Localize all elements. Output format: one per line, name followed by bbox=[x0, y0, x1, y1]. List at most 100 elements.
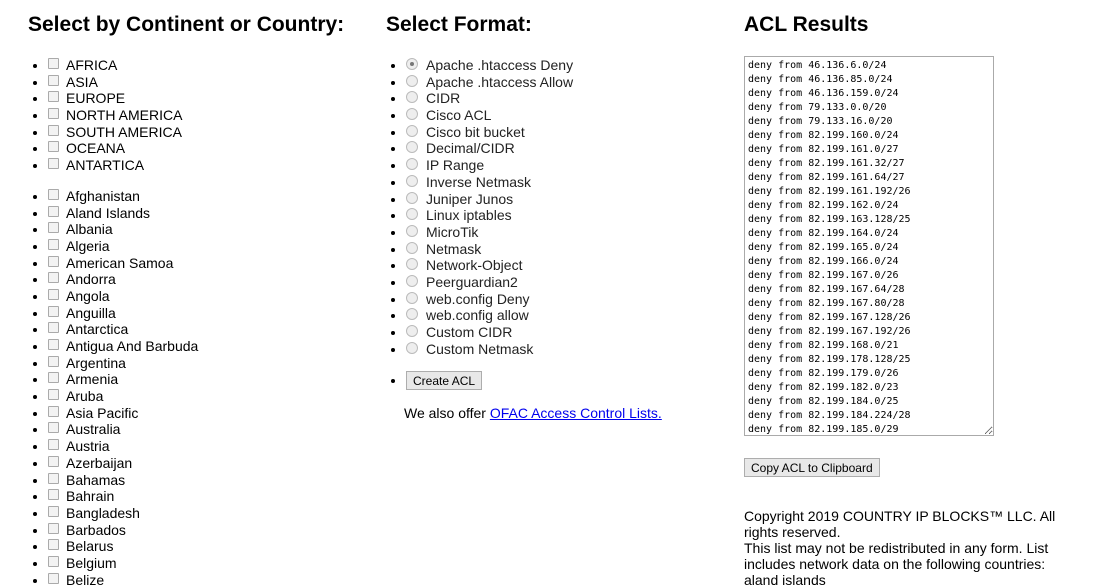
country-option[interactable]: Bangladesh bbox=[48, 505, 344, 522]
country-option[interactable]: EUROPE bbox=[48, 90, 344, 107]
radio-button[interactable] bbox=[406, 241, 418, 254]
checkbox[interactable] bbox=[48, 91, 59, 103]
checkbox[interactable] bbox=[48, 305, 59, 317]
format-option[interactable]: Cisco bit bucket bbox=[406, 124, 662, 141]
checkbox[interactable] bbox=[48, 539, 59, 551]
acl-results-textarea[interactable]: deny from 46.136.6.0/24 deny from 46.136… bbox=[744, 56, 994, 436]
country-option[interactable]: ASIA bbox=[48, 74, 344, 91]
country-option[interactable]: Armenia bbox=[48, 371, 344, 388]
radio-button[interactable] bbox=[406, 208, 418, 221]
format-option[interactable]: Network-Object bbox=[406, 257, 662, 274]
country-option[interactable]: Argentina bbox=[48, 355, 344, 372]
radio-button[interactable] bbox=[406, 124, 418, 137]
radio-button[interactable] bbox=[406, 308, 418, 321]
checkbox[interactable] bbox=[48, 339, 59, 350]
country-option[interactable]: Azerbaijan bbox=[48, 455, 344, 472]
country-option[interactable]: Albania bbox=[48, 221, 344, 238]
checkbox[interactable] bbox=[48, 205, 59, 217]
format-option[interactable]: Inverse Netmask bbox=[406, 174, 662, 191]
country-option[interactable]: Antigua And Barbuda bbox=[48, 338, 344, 355]
checkbox[interactable] bbox=[48, 108, 59, 120]
checkbox[interactable] bbox=[48, 522, 59, 534]
checkbox[interactable] bbox=[48, 322, 59, 334]
checkbox[interactable] bbox=[48, 489, 59, 501]
format-option[interactable]: Netmask bbox=[406, 241, 662, 258]
checkbox[interactable] bbox=[48, 272, 59, 284]
country-option[interactable]: Austria bbox=[48, 438, 344, 455]
ofac-link[interactable]: OFAC Access Control Lists. bbox=[490, 405, 662, 421]
radio-button[interactable] bbox=[406, 58, 418, 70]
radio-button[interactable] bbox=[406, 91, 418, 104]
checkbox[interactable] bbox=[48, 472, 59, 484]
country-option[interactable]: Anguilla bbox=[48, 305, 344, 322]
country-option[interactable]: SOUTH AMERICA bbox=[48, 124, 344, 141]
format-option[interactable]: IP Range bbox=[406, 157, 662, 174]
checkbox[interactable] bbox=[48, 141, 59, 153]
format-option[interactable]: Juniper Junos bbox=[406, 191, 662, 208]
checkbox[interactable] bbox=[48, 188, 59, 200]
checkbox[interactable] bbox=[48, 439, 59, 451]
country-option[interactable]: Belarus bbox=[48, 538, 344, 555]
checkbox[interactable] bbox=[48, 572, 59, 584]
checkbox[interactable] bbox=[48, 74, 59, 86]
format-option[interactable]: Apache .htaccess Deny bbox=[406, 57, 662, 74]
radio-button[interactable] bbox=[406, 141, 418, 154]
country-option[interactable]: Angola bbox=[48, 288, 344, 305]
format-option[interactable]: Peerguardian2 bbox=[406, 274, 662, 291]
checkbox[interactable] bbox=[48, 124, 59, 136]
format-option[interactable]: Custom Netmask bbox=[406, 341, 662, 358]
radio-button[interactable] bbox=[406, 274, 418, 287]
country-option[interactable]: Belgium bbox=[48, 555, 344, 572]
checkbox[interactable] bbox=[48, 255, 59, 267]
country-option[interactable]: American Samoa bbox=[48, 255, 344, 272]
format-option[interactable]: Cisco ACL bbox=[406, 107, 662, 124]
checkbox[interactable] bbox=[48, 355, 59, 367]
country-option[interactable]: Algeria bbox=[48, 238, 344, 255]
format-option[interactable]: CIDR bbox=[406, 90, 662, 107]
format-option[interactable]: Linux iptables bbox=[406, 207, 662, 224]
checkbox[interactable] bbox=[48, 158, 59, 170]
country-option[interactable]: Australia bbox=[48, 421, 344, 438]
country-option[interactable]: AFRICA bbox=[48, 57, 344, 74]
country-option[interactable]: Antarctica bbox=[48, 321, 344, 338]
radio-button[interactable] bbox=[406, 74, 418, 87]
country-option[interactable]: Bahrain bbox=[48, 488, 344, 505]
radio-button[interactable] bbox=[406, 325, 418, 337]
country-option[interactable]: Afghanistan bbox=[48, 188, 344, 205]
checkbox[interactable] bbox=[48, 58, 59, 69]
radio-button[interactable] bbox=[406, 158, 418, 171]
format-option[interactable]: Decimal/CIDR bbox=[406, 140, 662, 157]
checkbox[interactable] bbox=[48, 405, 59, 417]
radio-button[interactable] bbox=[406, 174, 418, 187]
copy-acl-button[interactable]: Copy ACL to Clipboard bbox=[744, 458, 880, 477]
format-option[interactable]: web.config Deny bbox=[406, 291, 662, 308]
country-option[interactable]: ANTARTICA bbox=[48, 157, 344, 174]
country-option[interactable]: Aland Islands bbox=[48, 205, 344, 222]
country-option[interactable]: Andorra bbox=[48, 271, 344, 288]
format-option[interactable]: web.config allow bbox=[406, 307, 662, 324]
checkbox[interactable] bbox=[48, 422, 59, 434]
checkbox[interactable] bbox=[48, 555, 59, 567]
radio-button[interactable] bbox=[406, 291, 418, 304]
checkbox[interactable] bbox=[48, 238, 59, 250]
country-option[interactable]: NORTH AMERICA bbox=[48, 107, 344, 124]
radio-button[interactable] bbox=[406, 341, 418, 354]
format-option[interactable]: Apache .htaccess Allow bbox=[406, 74, 662, 91]
checkbox[interactable] bbox=[48, 288, 59, 300]
country-option[interactable]: Belize bbox=[48, 572, 344, 588]
format-option[interactable]: Custom CIDR bbox=[406, 324, 662, 341]
format-option[interactable]: MicroTik bbox=[406, 224, 662, 241]
radio-button[interactable] bbox=[406, 224, 418, 237]
radio-button[interactable] bbox=[406, 191, 418, 204]
radio-button[interactable] bbox=[406, 108, 418, 121]
checkbox[interactable] bbox=[48, 455, 59, 467]
checkbox[interactable] bbox=[48, 372, 59, 384]
country-option[interactable]: OCEANA bbox=[48, 140, 344, 157]
country-option[interactable]: Asia Pacific bbox=[48, 405, 344, 422]
country-option[interactable]: Aruba bbox=[48, 388, 344, 405]
checkbox[interactable] bbox=[48, 389, 59, 401]
create-acl-button[interactable]: Create ACL bbox=[406, 371, 483, 391]
radio-button[interactable] bbox=[406, 258, 418, 271]
country-option[interactable]: Barbados bbox=[48, 522, 344, 539]
checkbox[interactable] bbox=[48, 222, 59, 234]
